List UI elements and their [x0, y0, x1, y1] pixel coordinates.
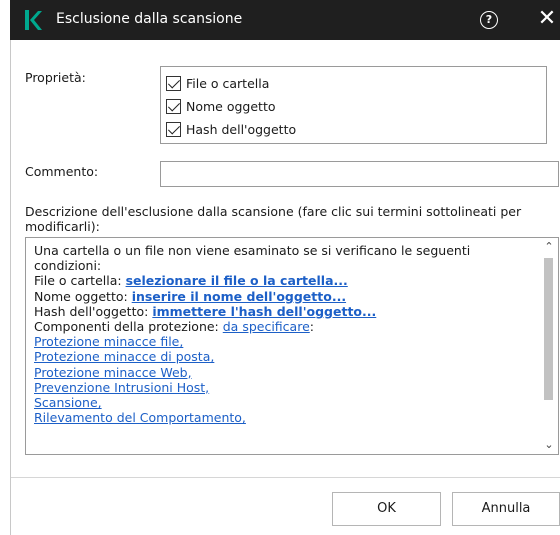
dialog-body: Proprietà: File o cartella Nome oggetto …	[10, 40, 560, 535]
property-file-or-folder[interactable]: File o cartella	[166, 73, 269, 93]
property-label: File o cartella	[186, 75, 270, 91]
components-line: Componenti della protezione: da specific…	[34, 319, 534, 334]
property-label: Nome oggetto	[186, 98, 276, 114]
components-colon: :	[309, 319, 314, 335]
components-label: Componenti della protezione:	[34, 319, 223, 335]
component-link-web-threat[interactable]: Protezione minacce Web,	[34, 365, 192, 380]
exclusion-description-box: Una cartella o un file non viene esamina…	[25, 237, 559, 455]
component-link-mail-threat[interactable]: Protezione minacce di posta,	[34, 349, 214, 364]
description-content: Una cartella o un file non viene esamina…	[34, 243, 534, 425]
file-condition-label: File o cartella:	[34, 273, 126, 289]
kaspersky-logo-icon	[25, 10, 42, 30]
name-condition-label: Nome oggetto:	[34, 288, 132, 304]
specify-components-link[interactable]: da specificare	[223, 319, 310, 334]
checkbox-file-or-folder[interactable]	[166, 75, 181, 91]
checkbox-object-hash[interactable]	[166, 121, 181, 137]
description-intro: Una cartella o un file non viene esamina…	[34, 243, 471, 274]
component-link-scan[interactable]: Scansione,	[34, 395, 102, 410]
footer-divider	[11, 477, 560, 478]
hash-condition-label: Hash dell'oggetto:	[34, 303, 153, 319]
properties-box: File o cartella Nome oggetto Hash dell'o…	[160, 66, 547, 144]
property-object-hash[interactable]: Hash dell'oggetto	[166, 119, 296, 139]
enter-name-link[interactable]: inserire il nome dell'oggetto...	[132, 289, 346, 304]
component-link-host-intrusion[interactable]: Prevenzione Intrusioni Host,	[34, 380, 209, 395]
title-bar: Esclusione dalla scansione ? ✕	[10, 0, 560, 40]
hash-condition-line: Hash dell'oggetto: immettere l'hash dell…	[34, 304, 534, 319]
scroll-down-icon[interactable]: ⌄	[540, 436, 558, 454]
property-object-name[interactable]: Nome oggetto	[166, 96, 276, 116]
component-link-behavior-detection[interactable]: Rilevamento del Comportamento,	[34, 410, 246, 425]
cancel-button[interactable]: Annulla	[452, 492, 560, 526]
file-condition-line: File o cartella: selezionare il file o l…	[34, 273, 534, 288]
scroll-up-icon[interactable]: ⌃	[540, 238, 558, 256]
comment-input[interactable]	[160, 161, 559, 187]
component-link-file-threat[interactable]: Protezione minacce file,	[34, 334, 183, 349]
name-condition-line: Nome oggetto: inserire il nome dell'ogge…	[34, 289, 534, 304]
select-file-link[interactable]: selezionare il file o la cartella...	[126, 273, 348, 288]
comment-label: Commento:	[25, 164, 99, 179]
window-title: Esclusione dalla scansione	[56, 11, 243, 27]
description-label: Descrizione dell'esclusione dalla scansi…	[25, 204, 522, 234]
help-icon[interactable]: ?	[480, 11, 498, 29]
scrollbar-thumb[interactable]	[544, 258, 553, 400]
checkbox-object-name[interactable]	[166, 98, 181, 114]
enter-hash-link[interactable]: immettere l'hash dell'oggetto...	[152, 304, 376, 319]
properties-label: Proprietà:	[25, 70, 86, 85]
close-icon[interactable]: ✕	[535, 6, 559, 32]
ok-button[interactable]: OK	[332, 492, 441, 526]
property-label: Hash dell'oggetto	[186, 121, 297, 137]
vertical-scrollbar[interactable]: ⌃ ⌄	[540, 238, 558, 454]
